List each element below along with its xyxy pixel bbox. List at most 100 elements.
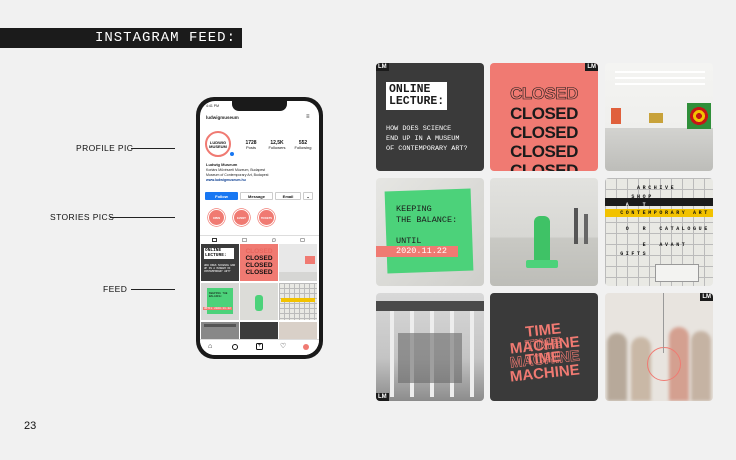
- phone-mockup: 4:41 PM ludwigmuseum ≡ LUDWIG MUSEUM 172…: [196, 97, 323, 359]
- suggested-dropdown-button[interactable]: ⌄: [303, 192, 313, 200]
- stat-label: Followers: [268, 145, 286, 150]
- artwork-left: [611, 108, 621, 124]
- follow-button[interactable]: Follow: [205, 192, 238, 200]
- bio-line: Kortárs Művészeti Múzeum, Budapest: [206, 168, 266, 172]
- add-story-icon[interactable]: [229, 151, 235, 157]
- building-roof: [376, 301, 484, 311]
- mini-sculpture: [255, 295, 263, 311]
- feed-post-crossword[interactable]: ARCHIVE SHOP A T CONTEMPORARY ART O R CA…: [605, 178, 713, 286]
- ceiling-lights: [615, 71, 705, 73]
- bottom-nav: ⌂ + ♡: [200, 339, 319, 355]
- crossword-word: CONTEMPORARY ART: [609, 210, 710, 216]
- closed-text: CLOSED: [510, 123, 578, 142]
- tagged-tab-icon[interactable]: [300, 238, 305, 242]
- message-button[interactable]: Message: [240, 192, 273, 200]
- feed-pointer: [131, 289, 175, 290]
- mini-artwork: [305, 256, 315, 264]
- mini-roof: [204, 324, 236, 327]
- mini-post-keeping-balance[interactable]: KEEPING THE BALANCE: UNTIL 2020.11.22: [201, 283, 239, 320]
- crossword-word: E AVANT: [609, 242, 688, 248]
- crossword-word: ARCHIVE: [609, 185, 677, 191]
- mini-post-text: CLOSED CLOSED CLOSED CLOSED: [245, 248, 273, 276]
- feed-post-visitors[interactable]: LM: [605, 293, 713, 401]
- stat-posts[interactable]: 1728 Posts: [240, 140, 262, 151]
- home-icon[interactable]: ⌂: [208, 343, 212, 351]
- mini-post-title: ONLINE LECTURE:: [204, 248, 234, 259]
- feed-post-building[interactable]: LM: [376, 293, 484, 401]
- stat-label: Following: [294, 145, 312, 150]
- crossword-word: A T: [609, 202, 649, 208]
- profile-pic-annotation: PROFILE PIC: [76, 143, 134, 153]
- phone-screen: 4:41 PM ludwigmuseum ≡ LUDWIG MUSEUM 172…: [200, 101, 319, 355]
- green-panel: [384, 188, 474, 274]
- stat-label: Posts: [245, 145, 256, 150]
- story-highlight[interactable]: TICKETS: [258, 209, 275, 226]
- visitor: [691, 331, 711, 401]
- mini-post-text: HOW DOES SCIENCE END UP IN A MUSEUM OF C…: [204, 264, 236, 274]
- circle-artwork: [647, 347, 681, 381]
- bio-name: Ludwig Museum: [206, 162, 238, 167]
- figure: [574, 208, 578, 244]
- page-title: INSTAGRAM FEED:: [0, 28, 242, 48]
- email-button[interactable]: Email: [275, 192, 301, 200]
- mini-post-date: UNTIL 2020.11.22: [203, 307, 232, 310]
- mini-post-title: KEEPING THE BALANCE:: [209, 292, 228, 299]
- mini-post-crossword[interactable]: [279, 283, 317, 320]
- post-title: ONLINE LECTURE:: [386, 82, 448, 110]
- figure: [584, 214, 588, 244]
- visitor: [607, 333, 627, 401]
- feed-post-time-machine[interactable]: TIME MACHINE TIME MACHINE TIME MACHINE: [490, 293, 598, 401]
- story-highlight[interactable]: OPEN HOURS: [208, 209, 225, 226]
- bio-line: Museum of Contemporary Art, Budapest: [206, 173, 269, 177]
- feed-annotation: FEED: [103, 284, 128, 294]
- mini-highlight: [281, 298, 315, 302]
- hanging-wire: [663, 293, 664, 353]
- lm-logo: LM: [376, 393, 389, 401]
- grid-tab-icon[interactable]: [212, 238, 217, 242]
- closed-text: CLOSED: [510, 161, 578, 172]
- post-title: KEEPING THE BALANCE:: [396, 204, 458, 225]
- feed-post-online-lecture[interactable]: LM ONLINE LECTURE: HOW DOES SCIENCE END …: [376, 63, 484, 171]
- crossword-word: GIFTS: [609, 251, 649, 257]
- crossword-word: SHOP: [609, 194, 654, 200]
- post-date: 2020.11.22: [376, 246, 458, 257]
- heart-icon[interactable]: ♡: [280, 342, 286, 351]
- closed-outline-text: CLOSED: [510, 84, 579, 103]
- feed-post-closed[interactable]: LM CLOSED CLOSED CLOSED CLOSED CLOSED: [490, 63, 598, 171]
- feed-post-sculpture[interactable]: [490, 178, 598, 286]
- stat-followers[interactable]: 12,5K Followers: [266, 140, 288, 151]
- profile-username[interactable]: ludwigmuseum: [206, 115, 239, 121]
- feed-post-gallery-room[interactable]: [605, 63, 713, 171]
- target-artwork: [687, 103, 711, 129]
- mini-post-online-lecture[interactable]: ONLINE LECTURE: HOW DOES SCIENCE END UP …: [201, 244, 239, 281]
- building-glass: [398, 333, 462, 383]
- lm-logo: LM: [376, 63, 389, 71]
- phone-notch: [232, 101, 287, 111]
- page-number: 23: [24, 420, 37, 432]
- reels-tab-icon[interactable]: [242, 238, 247, 242]
- story-highlight[interactable]: EVENT: [233, 209, 250, 226]
- status-time: 4:41 PM: [206, 104, 220, 108]
- bio-link[interactable]: www.ludwigmuseum.hu: [206, 178, 246, 182]
- crossword-word: O R CATALOGUE: [609, 226, 710, 232]
- igtv-tab-icon[interactable]: [272, 238, 276, 242]
- profile-pic-pointer: [131, 148, 175, 149]
- stat-following[interactable]: 552 Following: [292, 140, 314, 151]
- mini-post-sculpture[interactable]: [240, 283, 278, 320]
- mini-post-gallery[interactable]: [279, 244, 317, 281]
- search-icon[interactable]: [232, 344, 238, 350]
- feed-post-keeping-balance[interactable]: KEEPING THE BALANCE: UNTIL 2020.11.22: [376, 178, 484, 286]
- stories-pics-annotation: STORIES PICS: [50, 212, 115, 222]
- menu-icon[interactable]: ≡: [306, 114, 310, 122]
- stories-pics-pointer: [110, 217, 175, 218]
- profile-avatar[interactable]: LUDWIG MUSEUM: [205, 131, 235, 157]
- closed-text: CLOSED: [510, 104, 578, 123]
- green-sculpture: [534, 216, 550, 262]
- closed-text: CLOSED: [510, 142, 578, 161]
- new-post-icon[interactable]: +: [256, 343, 263, 350]
- mini-post-closed[interactable]: CLOSED CLOSED CLOSED CLOSED: [240, 244, 278, 281]
- columns: [390, 311, 394, 397]
- post-body: HOW DOES SCIENCE END UP IN A MUSEUM OF C…: [386, 125, 468, 153]
- profile-tab-icon[interactable]: [303, 344, 309, 350]
- sculpture-base: [526, 260, 558, 268]
